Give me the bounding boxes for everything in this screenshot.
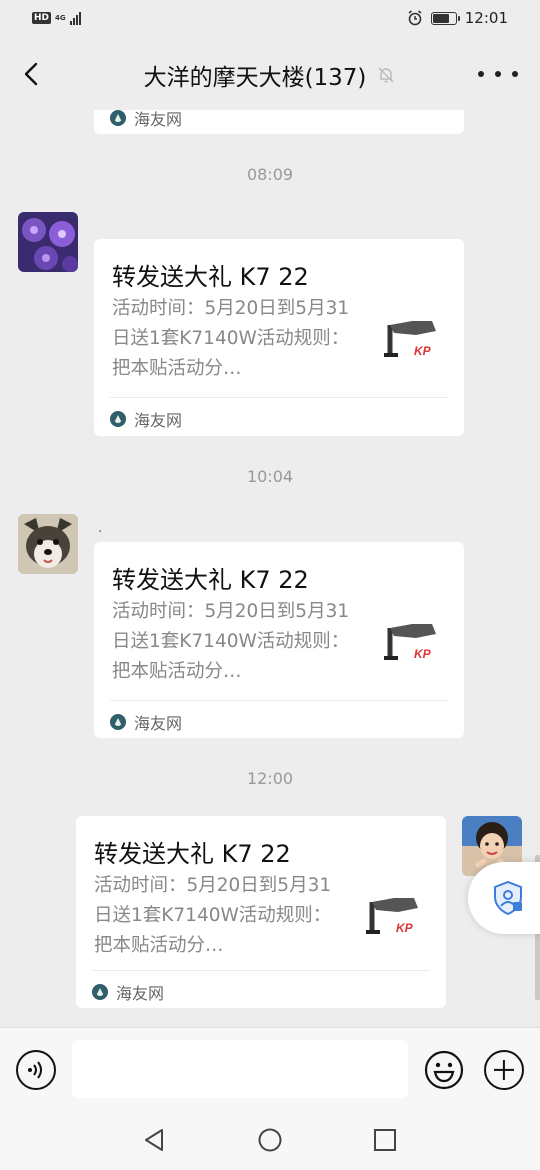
card-description: 活动时间：5月20日到5月31日送1套K7140W活动规则：把本贴活动分… bbox=[94, 875, 332, 956]
card-divider bbox=[110, 397, 448, 398]
haiyou-logo-icon bbox=[92, 984, 108, 1000]
card-source-label: 海友网 bbox=[116, 984, 165, 1003]
plus-button[interactable] bbox=[484, 1050, 524, 1090]
security-float-button[interactable] bbox=[468, 862, 540, 934]
aquarium-light-thumbnail: KP bbox=[376, 307, 446, 377]
card-source-label: 海友网 bbox=[134, 411, 183, 430]
more-options-button[interactable] bbox=[478, 60, 518, 88]
more-dot-icon bbox=[478, 71, 484, 77]
aquarium-light-thumbnail: KP bbox=[358, 884, 428, 954]
chat-header: 大洋的摩天大楼(137) bbox=[0, 38, 540, 110]
card-title: 转发送大礼 K7 22 bbox=[112, 263, 309, 291]
card-source-label: 海友网 bbox=[134, 714, 183, 733]
coral-avatar[interactable] bbox=[18, 212, 78, 272]
group-title[interactable]: 大洋的摩天大楼(137) bbox=[144, 58, 367, 92]
shield-icon bbox=[494, 880, 522, 916]
input-bar bbox=[0, 1027, 540, 1109]
card-divider bbox=[92, 970, 430, 971]
card-source: 海友网 bbox=[110, 407, 182, 431]
signal-icon bbox=[69, 11, 81, 25]
alarm-icon bbox=[408, 10, 422, 26]
card-title: 转发送大礼 K7 22 bbox=[112, 566, 309, 594]
link-card[interactable]: 转发送大礼 K7 22 活动时间：5月20日到5月31日送1套K7140W活动规… bbox=[76, 816, 446, 1008]
card-description: 活动时间：5月20日到5月31日送1套K7140W活动规则：把本贴活动分… bbox=[112, 601, 350, 682]
emoji-icon bbox=[424, 1050, 464, 1090]
system-navigation bbox=[0, 1109, 540, 1170]
card-divider bbox=[110, 700, 448, 701]
chat-area[interactable]: 海友网 08:09 转发送大礼 K7 22 活动时间：5月20日到5月31日送1… bbox=[0, 110, 540, 1027]
battery-icon bbox=[430, 11, 460, 25]
emoji-button[interactable] bbox=[424, 1050, 464, 1090]
status-left: HD 4G bbox=[32, 11, 81, 25]
card-source: 海友网 bbox=[110, 710, 182, 734]
card-title: 转发送大礼 K7 22 bbox=[94, 840, 291, 868]
link-card[interactable]: 转发送大礼 K7 22 活动时间：5月20日到5月31日送1套K7140W活动规… bbox=[94, 542, 464, 738]
header-title-wrap: 大洋的摩天大楼(137) bbox=[0, 58, 540, 92]
network-type: 4G bbox=[55, 13, 66, 22]
svg-text:KP: KP bbox=[396, 921, 414, 935]
sender-nickname: . bbox=[98, 520, 103, 536]
system-back-icon[interactable] bbox=[142, 1127, 168, 1153]
bell-muted-icon bbox=[378, 67, 394, 83]
link-card-fragment[interactable]: 海友网 bbox=[94, 110, 464, 134]
voice-icon bbox=[28, 1061, 42, 1079]
more-dot-icon bbox=[495, 71, 501, 77]
status-bar: HD 4G 12:01 bbox=[0, 0, 540, 38]
timestamp: 12:00 bbox=[246, 769, 294, 788]
card-source: 海友网 bbox=[110, 110, 182, 130]
status-time: 12:01 bbox=[464, 9, 508, 27]
svg-text:KP: KP bbox=[414, 344, 432, 358]
voice-button[interactable] bbox=[16, 1050, 56, 1090]
dog-avatar[interactable] bbox=[18, 514, 78, 574]
dog-avatar-image bbox=[18, 514, 78, 574]
system-home-icon[interactable] bbox=[257, 1127, 283, 1153]
haiyou-logo-icon bbox=[110, 411, 126, 427]
status-right: 12:01 bbox=[407, 9, 508, 27]
link-card[interactable]: 转发送大礼 K7 22 活动时间：5月20日到5月31日送1套K7140W活动规… bbox=[94, 239, 464, 436]
message-input[interactable] bbox=[72, 1040, 408, 1098]
more-dot-icon bbox=[512, 71, 518, 77]
coral-avatar-image bbox=[18, 212, 78, 272]
card-description: 活动时间：5月20日到5月31日送1套K7140W活动规则：把本贴活动分… bbox=[112, 298, 350, 379]
aquarium-light-thumbnail: KP bbox=[376, 610, 446, 680]
haiyou-logo-icon bbox=[110, 110, 126, 126]
card-source-label: 海友网 bbox=[134, 110, 183, 129]
battery-level bbox=[432, 13, 449, 23]
hd-badge: HD bbox=[32, 12, 52, 24]
svg-text:KP: KP bbox=[414, 647, 432, 661]
timestamp: 08:09 bbox=[246, 165, 294, 184]
timestamp: 10:04 bbox=[246, 467, 294, 486]
card-source: 海友网 bbox=[92, 980, 164, 1004]
system-recents-icon[interactable] bbox=[372, 1127, 398, 1153]
haiyou-logo-icon bbox=[110, 714, 126, 730]
